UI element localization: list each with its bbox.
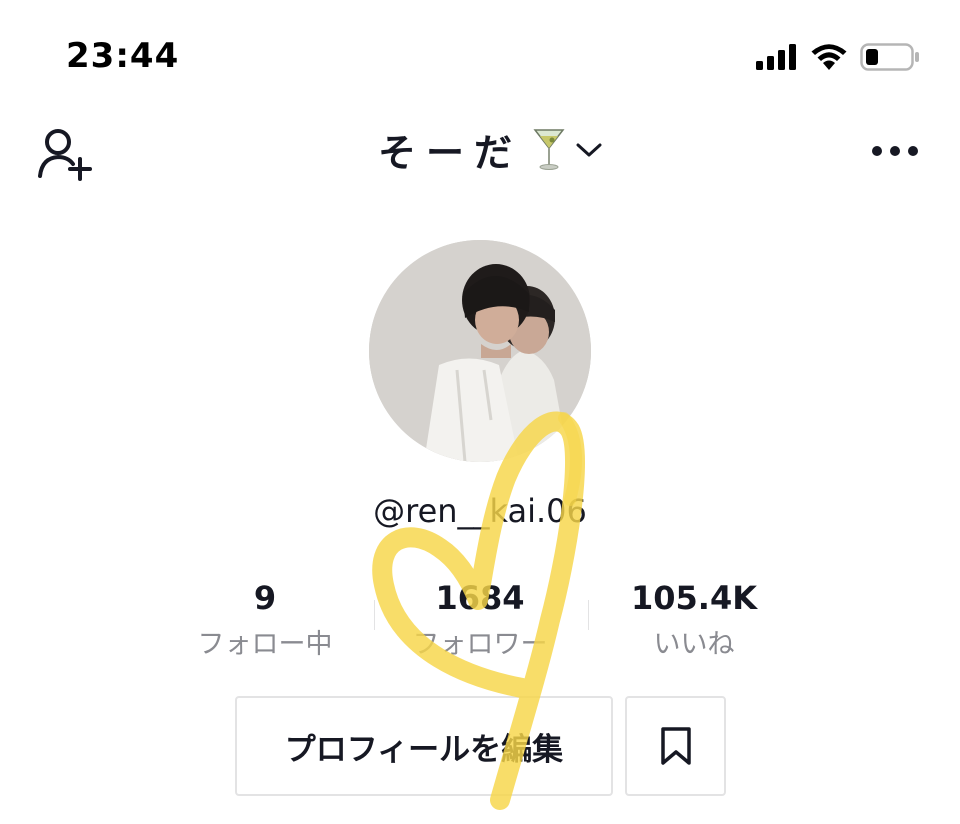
bookmark-icon [660,727,691,765]
profile-photo [369,240,591,462]
edit-profile-button[interactable]: プロフィールを編集 [235,696,613,796]
stat-followers[interactable]: 1684 フォロワー [380,576,580,661]
more-dots-icon [872,146,918,156]
status-icons [756,42,920,72]
username: @ren__kai.06 [373,492,587,530]
profile-avatar[interactable] [369,240,591,462]
stat-likes-count: 105.4K [630,579,757,617]
stat-followers-label: フォロワー [412,629,548,660]
stat-followers-count: 1684 [435,579,525,617]
stat-likes[interactable]: 105.4K いいね [594,576,794,661]
stat-divider [588,600,589,630]
cocktail-emoji [532,124,566,176]
stat-following-label: フォロー中 [197,629,333,660]
stat-divider [374,600,375,630]
more-options-button[interactable] [870,136,920,166]
chevron-down-icon [576,143,602,156]
profile-title: そーだ [377,131,522,175]
cellular-signal-icon [756,44,796,70]
account-switcher[interactable]: そーだ [0,122,960,177]
wifi-icon [811,44,847,70]
stat-likes-label: いいね [653,629,735,660]
favorites-button[interactable] [625,696,726,796]
battery-low-icon [860,43,919,71]
status-time: 23:44 [66,36,180,76]
stat-following-count: 9 [253,579,277,617]
stat-following[interactable]: 9 フォロー中 [165,576,365,661]
